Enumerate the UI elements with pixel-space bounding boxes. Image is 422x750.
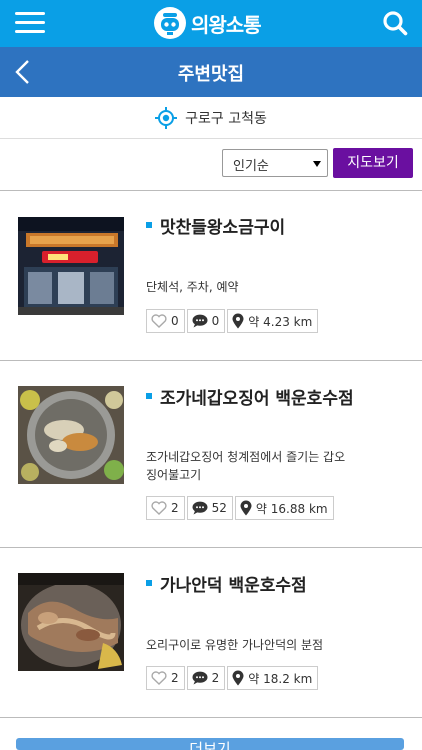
like-count: 0 xyxy=(171,314,179,328)
restaurant-photo[interactable] xyxy=(18,573,124,671)
map-pin-icon xyxy=(232,670,244,686)
restaurant-item[interactable]: 가나안덕 백운호수점 오리구이로 유명한 가나안덕의 분점 2 2 약 18.2… xyxy=(0,548,422,718)
restaurant-name[interactable]: 가나안덕 백운호수점 xyxy=(146,571,307,596)
restaurant-item[interactable]: 맛찬들왕소금구이 단체석, 주차, 예약 0 0 약 4.23 km xyxy=(0,191,422,361)
like-counter[interactable]: 2 xyxy=(146,666,185,690)
heart-icon xyxy=(151,671,167,685)
logo-icon xyxy=(154,7,186,39)
map-view-button[interactable]: 지도보기 xyxy=(333,148,413,178)
like-counter[interactable]: 0 xyxy=(146,309,185,333)
location-target-icon xyxy=(155,106,178,129)
comment-icon xyxy=(192,501,208,515)
comment-count: 0 xyxy=(211,314,220,328)
restaurant-photo[interactable] xyxy=(18,386,124,484)
caret-down-icon xyxy=(313,161,321,167)
comment-counter: 2 xyxy=(186,666,226,690)
comment-count: 52 xyxy=(211,501,227,515)
restaurant-stats: 2 2 약 18.2 km xyxy=(146,666,320,690)
restaurant-description: 오리구이로 유명한 가나안덕의 분점 xyxy=(146,638,324,652)
distance-text: 약 16.88 km xyxy=(255,501,328,516)
location-text: 구로구 고척동 xyxy=(185,110,267,127)
distance-text: 약 4.23 km xyxy=(248,314,313,329)
comment-counter: 52 xyxy=(186,496,233,520)
comment-icon xyxy=(192,314,208,328)
app-logo[interactable]: 의왕소통 xyxy=(154,7,262,39)
restaurant-description: 단체석, 주차, 예약 xyxy=(146,280,239,294)
hamburger-menu-icon[interactable] xyxy=(15,11,45,35)
distance-label: 약 4.23 km xyxy=(227,309,319,333)
map-pin-icon xyxy=(232,313,244,329)
restaurant-name[interactable]: 맛찬들왕소금구이 xyxy=(146,213,285,238)
comment-icon xyxy=(192,671,208,685)
sub-header: 주변맛집 xyxy=(0,47,422,97)
search-icon[interactable] xyxy=(382,10,408,36)
distance-label: 약 18.2 km xyxy=(227,666,319,690)
logo-text: 의왕소통 xyxy=(191,12,262,37)
like-count: 2 xyxy=(171,501,179,515)
like-count: 2 xyxy=(171,671,179,685)
restaurant-photo[interactable] xyxy=(18,217,124,315)
map-pin-icon xyxy=(240,500,252,516)
restaurant-item[interactable]: 조가네갑오징어 백운호수점 조가네갑오징어 청계점에서 즐기는 갑오징어불고기 … xyxy=(0,361,422,548)
filter-bar: 인기순 지도보기 xyxy=(0,139,422,191)
load-more-button[interactable]: 더보기 xyxy=(16,738,404,750)
restaurant-description: 조가네갑오징어 청계점에서 즐기는 갑오징어불고기 xyxy=(146,450,346,482)
page-title: 주변맛집 xyxy=(177,64,245,85)
restaurant-stats: 2 52 약 16.88 km xyxy=(146,496,336,520)
distance-label: 약 16.88 km xyxy=(234,496,334,520)
comment-counter: 0 xyxy=(186,309,226,333)
restaurant-name[interactable]: 조가네갑오징어 백운호수점 xyxy=(146,384,354,409)
distance-text: 약 18.2 km xyxy=(248,671,313,686)
heart-icon xyxy=(151,501,167,515)
restaurant-stats: 0 0 약 4.23 km xyxy=(146,309,320,333)
heart-icon xyxy=(151,314,167,328)
comment-count: 2 xyxy=(211,671,220,685)
like-counter[interactable]: 2 xyxy=(146,496,185,520)
top-header: 의왕소통 xyxy=(0,0,422,47)
current-location[interactable]: 구로구 고척동 xyxy=(0,97,422,139)
sort-select-value: 인기순 xyxy=(233,159,269,174)
sort-select[interactable]: 인기순 xyxy=(222,149,328,177)
